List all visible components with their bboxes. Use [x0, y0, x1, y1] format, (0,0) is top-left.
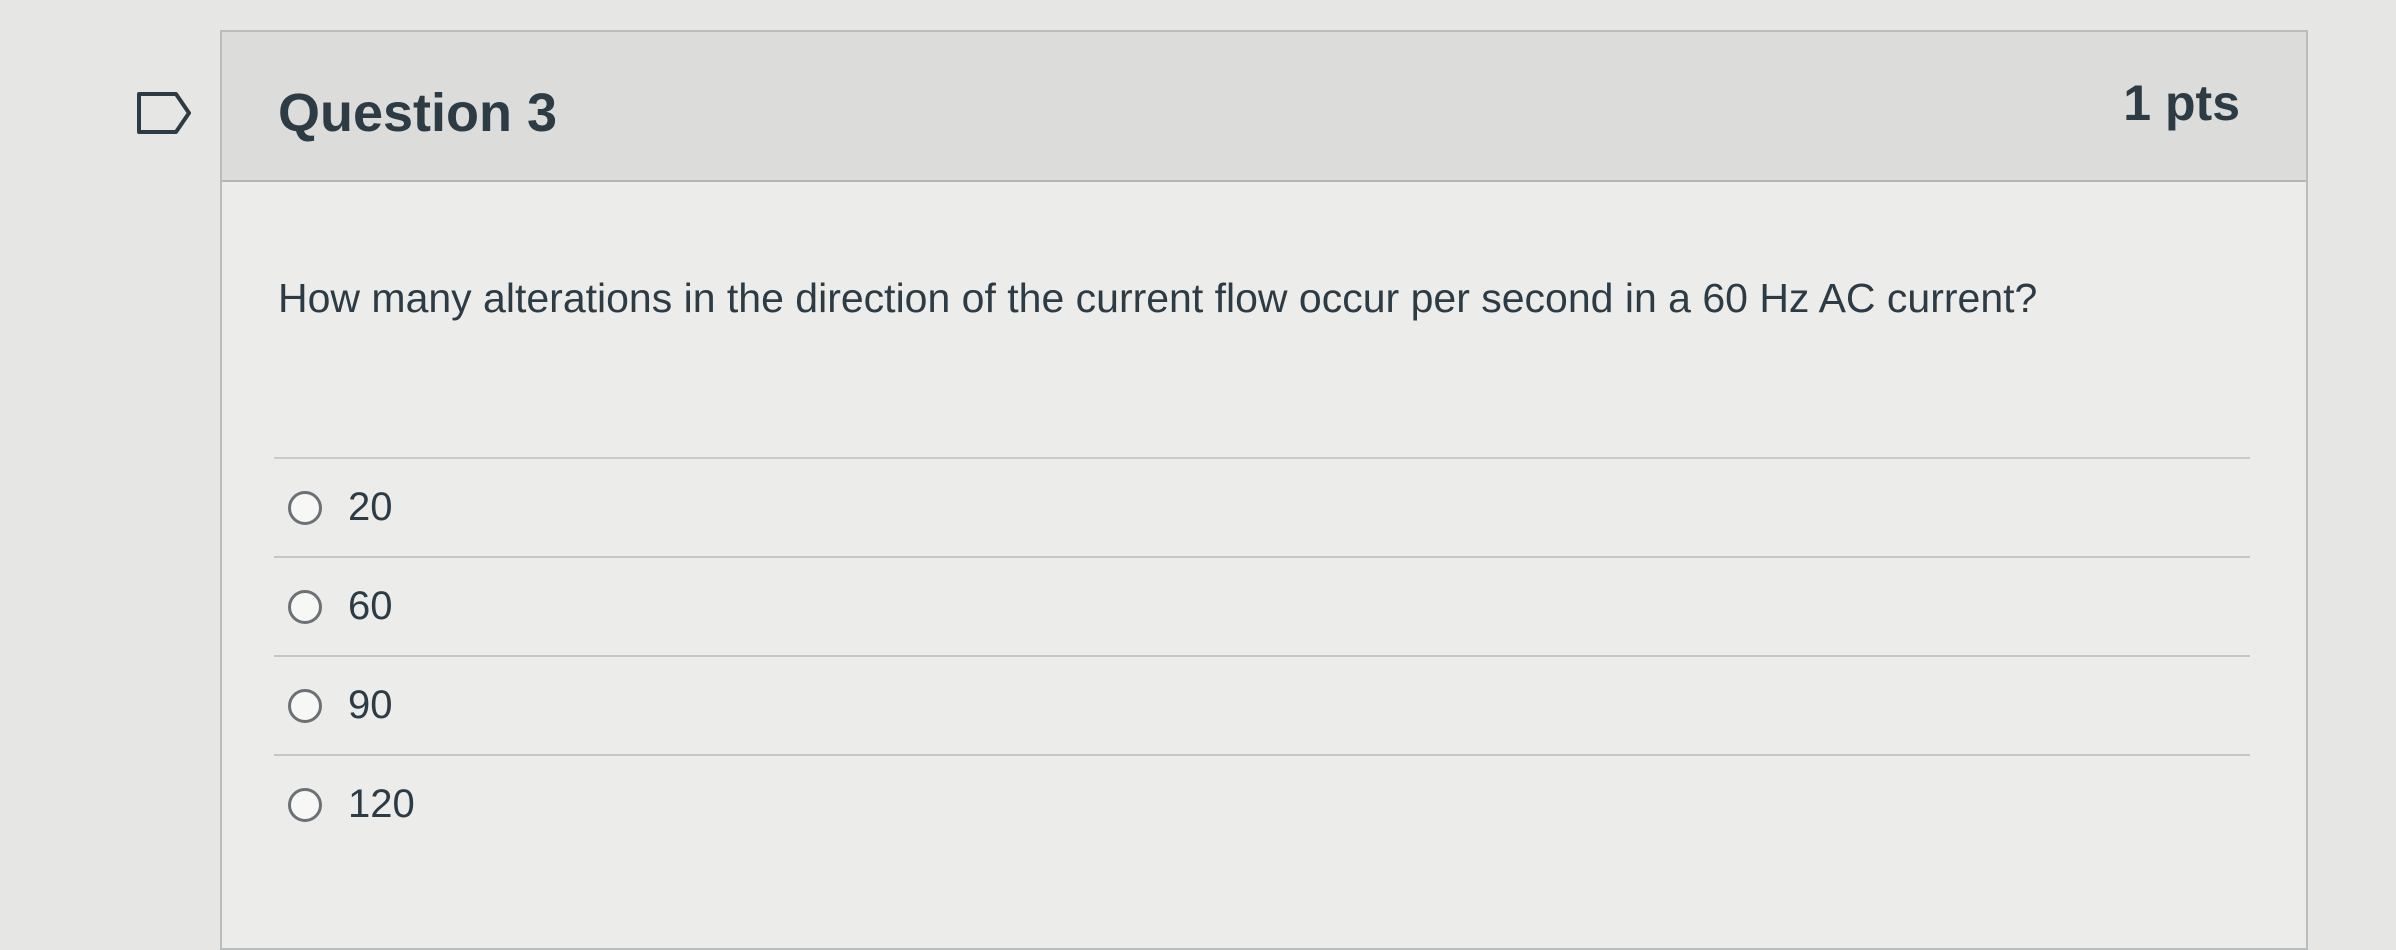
question-points: 1 pts [2123, 75, 2240, 131]
answer-label: 90 [348, 683, 393, 727]
radio-empty-icon[interactable] [288, 589, 322, 624]
flag-icon [137, 92, 191, 134]
answer-option-90[interactable]: 90 [274, 657, 2250, 756]
answer-label: 20 [348, 485, 393, 529]
radio-empty-icon[interactable] [288, 787, 322, 822]
answer-option-120[interactable]: 120 [274, 756, 2250, 853]
question-body: How many alterations in the direction of… [278, 262, 2178, 334]
answer-option-20[interactable]: 20 [274, 459, 2250, 558]
question-title: Question 3 [278, 83, 558, 143]
answer-label: 60 [348, 584, 393, 628]
question-header: Question 3 1 pts [222, 32, 2306, 182]
answer-option-60[interactable]: 60 [274, 558, 2250, 657]
answer-list: 20 60 90 120 [274, 457, 2250, 853]
radio-empty-icon[interactable] [288, 490, 322, 525]
radio-empty-icon[interactable] [288, 688, 322, 723]
question-text: How many alterations in the direction of… [278, 275, 2038, 321]
question-card: Question 3 1 pts How many alterations in… [220, 30, 2308, 950]
answer-label: 120 [348, 782, 415, 826]
